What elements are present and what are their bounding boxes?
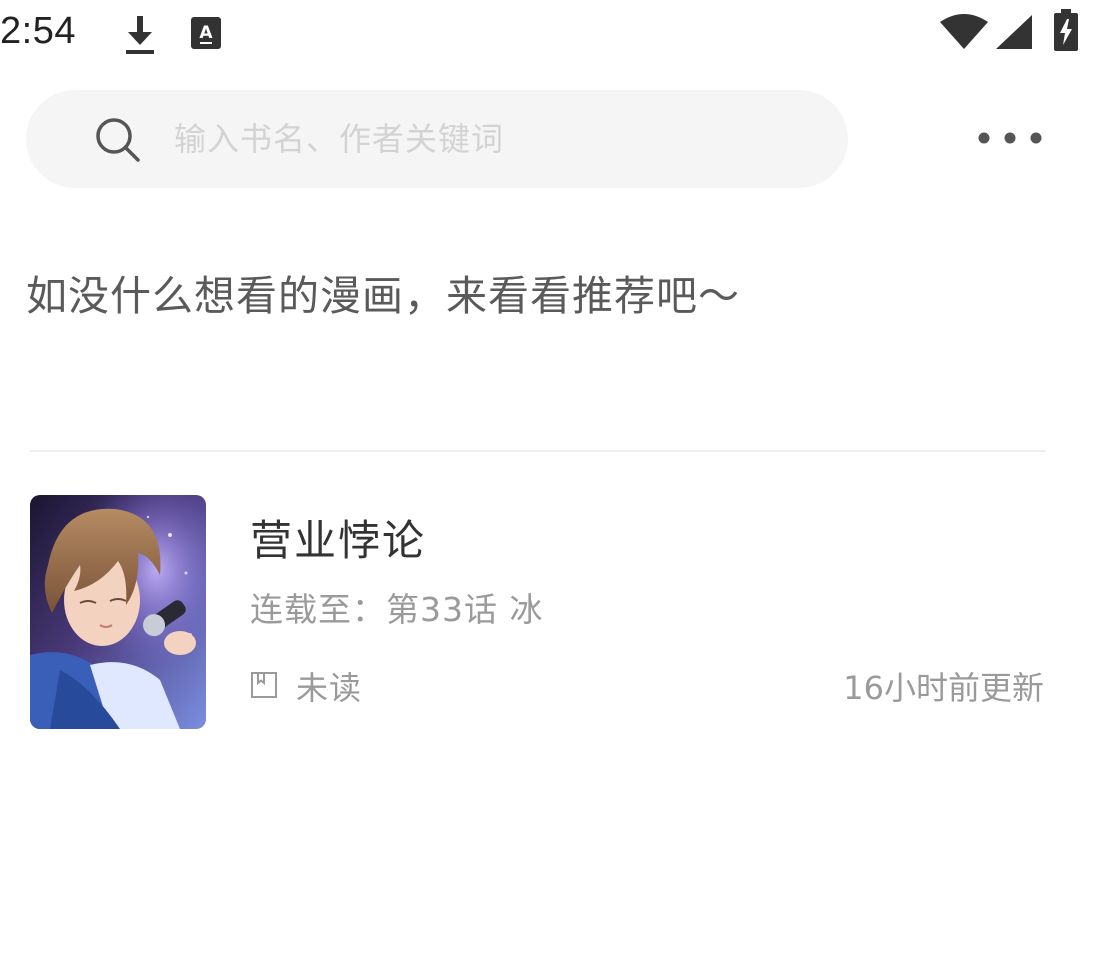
- book-progress: 连载至：第33话 冰: [250, 590, 544, 629]
- recommendation-hint: 如没什么想看的漫画，来看看推荐吧～: [26, 272, 740, 320]
- download-icon: [126, 16, 154, 54]
- book-list-item[interactable]: 营业悖论 连载至：第33话 冰 未读 16小时前更新: [30, 495, 1046, 735]
- book-cover[interactable]: [30, 495, 206, 729]
- wifi-icon: [940, 14, 988, 49]
- signal-icon: [996, 15, 1032, 49]
- update-time: 16小时前更新: [843, 669, 1044, 707]
- search-icon: [96, 118, 140, 162]
- status-time: 2:54: [0, 10, 76, 52]
- more-options-icon[interactable]: [970, 118, 1050, 158]
- read-status: 未读: [296, 669, 363, 707]
- search-bar[interactable]: 输入书名、作者关键词: [26, 90, 848, 188]
- svg-text:A: A: [199, 23, 213, 43]
- battery-charging-icon: [1054, 9, 1078, 51]
- bookmark-icon: [251, 672, 277, 698]
- divider: [30, 450, 1046, 452]
- status-bar: 2:54 A: [0, 0, 1116, 70]
- book-title[interactable]: 营业悖论: [250, 507, 426, 568]
- keyboard-a-icon: A: [191, 17, 221, 49]
- search-input[interactable]: 输入书名、作者关键词: [174, 116, 504, 162]
